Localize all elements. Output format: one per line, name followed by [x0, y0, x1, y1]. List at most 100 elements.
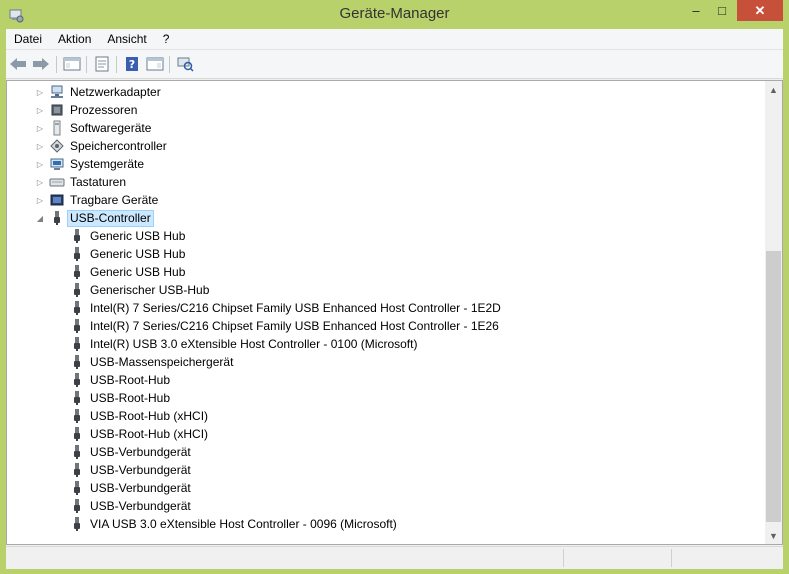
- usb-device-item[interactable]: Generic USB Hub: [69, 245, 185, 263]
- status-pane-divider: [563, 549, 564, 567]
- tree-category-usb-controllers[interactable]: ◢ USB-Controller: [35, 209, 154, 227]
- usb-device-item[interactable]: USB-Verbundgerät: [69, 479, 191, 497]
- usb-device-item[interactable]: Generischer USB-Hub: [69, 281, 209, 299]
- usb-icon: [69, 246, 85, 262]
- toolbar-separator: [86, 56, 87, 73]
- system-device-icon: [49, 156, 65, 172]
- usb-device-item[interactable]: Intel(R) USB 3.0 eXtensible Host Control…: [69, 335, 417, 353]
- usb-device-label: USB-Massenspeichergerät: [90, 355, 234, 369]
- keyboard-icon: [49, 174, 65, 190]
- storage-controller-icon: [49, 138, 65, 154]
- tree-category-storage-controllers[interactable]: ▷ Speichercontroller: [35, 137, 167, 155]
- usb-icon: [69, 372, 85, 388]
- tree-category-keyboards[interactable]: ▷ Tastaturen: [35, 173, 126, 191]
- usb-device-label: Intel(R) 7 Series/C216 Chipset Family US…: [90, 319, 499, 333]
- software-device-icon: [49, 120, 65, 136]
- usb-device-item[interactable]: USB-Massenspeichergerät: [69, 353, 233, 371]
- toolbar-separator: [56, 56, 57, 73]
- show-hide-console-tree-icon[interactable]: [62, 54, 82, 74]
- close-button[interactable]: ✕: [737, 0, 783, 21]
- usb-icon: [69, 354, 85, 370]
- menu-ansicht[interactable]: Ansicht: [99, 29, 154, 49]
- usb-device-item[interactable]: USB-Verbundgerät: [69, 497, 191, 515]
- menu-aktion[interactable]: Aktion: [50, 29, 99, 49]
- usb-device-item[interactable]: USB-Verbundgerät: [69, 461, 191, 479]
- tree-category-label: Systemgeräte: [70, 157, 145, 171]
- usb-device-item[interactable]: Generic USB Hub: [69, 227, 185, 245]
- processor-icon: [49, 102, 65, 118]
- properties-icon[interactable]: [92, 54, 112, 74]
- usb-device-label: USB-Root-Hub: [90, 391, 171, 405]
- expand-arrow-icon[interactable]: ▷: [35, 155, 45, 173]
- menu-datei[interactable]: Datei: [6, 29, 50, 49]
- usb-device-label: VIA USB 3.0 eXtensible Host Controller -…: [90, 517, 397, 531]
- usb-device-item[interactable]: VIA USB 3.0 eXtensible Host Controller -…: [69, 515, 397, 533]
- expand-arrow-icon[interactable]: ▷: [35, 137, 45, 155]
- forward-arrow-icon[interactable]: [31, 54, 51, 74]
- usb-device-label: USB-Verbundgerät: [90, 463, 191, 477]
- tree-category-portable-devices[interactable]: ▷ Tragbare Geräte: [35, 191, 158, 209]
- scrollbar-thumb[interactable]: [766, 251, 781, 522]
- usb-device-item[interactable]: USB-Root-Hub: [69, 371, 170, 389]
- usb-icon: [69, 498, 85, 514]
- svg-text:?: ?: [129, 58, 135, 71]
- show-action-pane-icon[interactable]: [145, 54, 165, 74]
- status-bar: [6, 546, 783, 569]
- usb-icon: [69, 480, 85, 496]
- usb-device-item[interactable]: Intel(R) 7 Series/C216 Chipset Family US…: [69, 317, 499, 335]
- tree-category-label: USB-Controller: [67, 209, 154, 227]
- toolbar-separator: [169, 56, 170, 73]
- menu-help[interactable]: ?: [155, 29, 178, 49]
- usb-device-label: USB-Root-Hub (xHCI): [90, 427, 209, 441]
- scroll-down-arrow-icon[interactable]: ▼: [765, 527, 782, 544]
- portable-device-icon: [49, 192, 65, 208]
- usb-device-label: Generic USB Hub: [90, 265, 186, 279]
- usb-device-item[interactable]: Generic USB Hub: [69, 263, 185, 281]
- tree-category-label: Tragbare Geräte: [70, 193, 159, 207]
- usb-device-label: USB-Verbundgerät: [90, 445, 191, 459]
- help-icon[interactable]: ?: [122, 54, 142, 74]
- expand-arrow-icon[interactable]: ▷: [35, 173, 45, 191]
- usb-icon: [69, 264, 85, 280]
- scroll-up-arrow-icon[interactable]: ▲: [765, 81, 782, 98]
- usb-device-item[interactable]: USB-Root-Hub (xHCI): [69, 425, 208, 443]
- usb-icon: [69, 300, 85, 316]
- usb-icon: [69, 228, 85, 244]
- usb-device-item[interactable]: USB-Verbundgerät: [69, 443, 191, 461]
- tree-category-processors[interactable]: ▷ Prozessoren: [35, 101, 137, 119]
- expand-arrow-icon[interactable]: ▷: [35, 83, 45, 101]
- usb-device-label: Intel(R) USB 3.0 eXtensible Host Control…: [90, 337, 418, 351]
- usb-device-label: Generischer USB-Hub: [90, 283, 210, 297]
- tree-category-label: Softwaregeräte: [70, 121, 152, 135]
- scan-hardware-icon[interactable]: [175, 54, 195, 74]
- status-pane-divider: [671, 549, 672, 567]
- tree-category-system-devices[interactable]: ▷ Systemgeräte: [35, 155, 144, 173]
- usb-device-item[interactable]: USB-Root-Hub (xHCI): [69, 407, 208, 425]
- usb-icon: [69, 426, 85, 442]
- collapse-arrow-icon[interactable]: ◢: [35, 209, 45, 227]
- tree-category-label: Tastaturen: [70, 175, 127, 189]
- window-title: Geräte-Manager: [339, 5, 450, 22]
- usb-device-label: USB-Root-Hub: [90, 373, 171, 387]
- expand-arrow-icon[interactable]: ▷: [35, 119, 45, 137]
- usb-device-item[interactable]: Intel(R) 7 Series/C216 Chipset Family US…: [69, 299, 501, 317]
- usb-device-label: Generic USB Hub: [90, 229, 186, 243]
- usb-icon: [69, 336, 85, 352]
- device-tree[interactable]: ▷ Netzwerkadapter ▷ Prozessoren ▷ Softwa…: [6, 80, 783, 545]
- usb-icon: [69, 408, 85, 424]
- usb-icon: [69, 390, 85, 406]
- title-bar: Geräte-Manager – □ ✕: [0, 0, 789, 29]
- usb-device-label: USB-Root-Hub (xHCI): [90, 409, 209, 423]
- maximize-button[interactable]: □: [709, 0, 735, 21]
- vertical-scrollbar[interactable]: ▲ ▼: [765, 81, 782, 544]
- usb-device-label: Intel(R) 7 Series/C216 Chipset Family US…: [90, 301, 501, 315]
- usb-icon: [69, 282, 85, 298]
- expand-arrow-icon[interactable]: ▷: [35, 101, 45, 119]
- usb-device-item[interactable]: USB-Root-Hub: [69, 389, 170, 407]
- back-arrow-icon[interactable]: [8, 54, 28, 74]
- expand-arrow-icon[interactable]: ▷: [35, 191, 45, 209]
- tree-category-software-devices[interactable]: ▷ Softwaregeräte: [35, 119, 151, 137]
- minimize-button[interactable]: –: [683, 0, 709, 21]
- toolbar-separator: [116, 56, 117, 73]
- tree-category-network-adapters[interactable]: ▷ Netzwerkadapter: [35, 83, 161, 101]
